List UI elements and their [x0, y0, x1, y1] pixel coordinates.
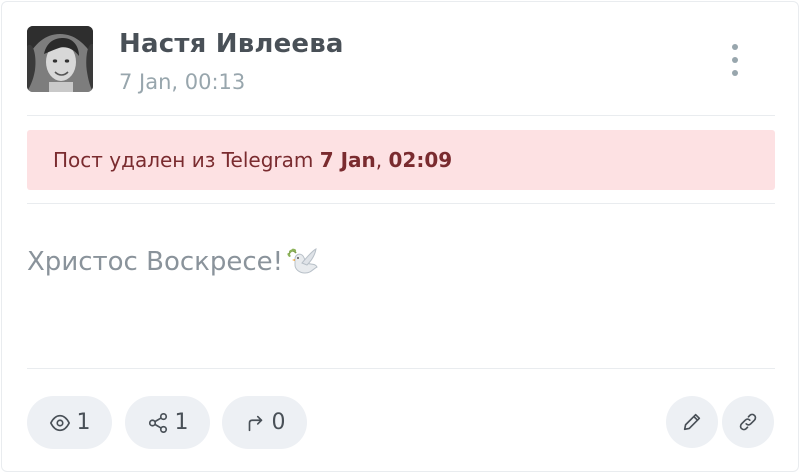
shares-count: 1 — [174, 410, 189, 435]
dove-emoji-icon — [287, 248, 318, 274]
link-icon — [739, 413, 757, 431]
link-button[interactable] — [722, 396, 774, 448]
divider — [27, 203, 775, 204]
shares-button[interactable]: 1 — [125, 396, 210, 449]
divider — [27, 368, 775, 369]
post-card: Настя Ивлеева 7 Jan, 00:13 Пост удален и… — [1, 1, 799, 472]
vertical-dots-icon[interactable] — [723, 42, 747, 82]
post-header: Настя Ивлеева 7 Jan, 00:13 — [27, 26, 777, 96]
post-body: Христос Воскресе! — [27, 247, 284, 277]
post-text: Христос Воскресе! — [27, 245, 319, 279]
edit-button[interactable] — [666, 396, 718, 448]
views-count: 1 — [76, 410, 91, 435]
author-name[interactable]: Настя Ивлеева — [119, 29, 344, 59]
forwards-button[interactable]: 0 — [222, 396, 307, 449]
forward-arrow-icon — [248, 415, 262, 431]
deleted-alert: Пост удален из Telegram 7 Jan, 02:09 — [27, 130, 775, 190]
post-timestamp: 7 Jan, 00:13 — [119, 70, 246, 94]
alert-separator: , — [375, 148, 383, 172]
alert-text: Пост удален из Telegram — [53, 148, 314, 172]
share-nodes-icon — [148, 412, 167, 433]
alert-date: 7 Jan — [319, 148, 376, 172]
eye-icon — [49, 414, 70, 431]
divider — [27, 115, 775, 116]
views-button[interactable]: 1 — [27, 396, 112, 449]
alert-time: 02:09 — [388, 148, 453, 172]
avatar[interactable] — [27, 26, 93, 92]
forwards-count: 0 — [271, 410, 286, 435]
pencil-icon — [683, 413, 701, 431]
